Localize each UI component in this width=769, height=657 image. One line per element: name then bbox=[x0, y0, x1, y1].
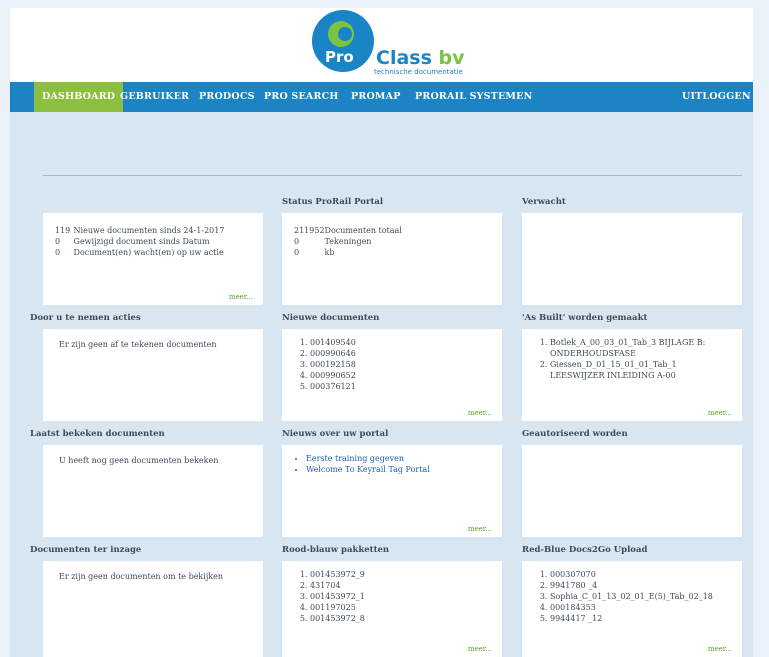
list-item[interactable]: 9944417 _12 bbox=[550, 613, 713, 624]
section-title-asbuilt: 'As Built' worden gemaakt bbox=[522, 313, 648, 323]
section-title-laatst: Laatst bekeken documenten bbox=[30, 429, 165, 439]
news-link[interactable]: Welcome To Keyrail Tag Portal bbox=[306, 465, 430, 474]
list-item[interactable]: 431704 bbox=[310, 580, 365, 591]
stats-panel: 119 Nieuwe documenten sinds 24-1-2017 0 … bbox=[43, 213, 263, 305]
nav-gebruiker[interactable]: GEBRUIKER bbox=[112, 82, 197, 112]
docs2go-list: 000307070 9941780 _4 Sophia_C_01_13_02_0… bbox=[534, 569, 713, 624]
acties-text: Er zijn geen af te tekenen documenten bbox=[59, 340, 217, 349]
header: Pro Class bv technische documentatie bbox=[10, 8, 753, 82]
logo-pro-text: Pro bbox=[325, 48, 354, 66]
page-frame: Pro Class bv technische documentatie DAS… bbox=[10, 8, 753, 657]
nieuwe-panel: 001409540 000990646 000192158 000990652 … bbox=[282, 329, 502, 421]
section-title-geautoriseerd: Geautoriseerd worden bbox=[522, 429, 628, 439]
nieuws-list: Eerste training gegeven Welcome To Keyra… bbox=[294, 453, 430, 475]
asbuilt-list: Botlek_A_00_03_01_Tab_3 BIJLAGE B: ONDER… bbox=[534, 337, 730, 381]
list-item[interactable]: Giessen_D_01_15_01_01_Tab_1 LEESWIJZER I… bbox=[550, 359, 730, 381]
divider bbox=[43, 175, 742, 176]
list-item[interactable]: Sophia_C_01_13_02_01_E(5)_Tab_02_18 bbox=[550, 591, 713, 602]
stat-row: 119 Nieuwe documenten sinds 24-1-2017 bbox=[55, 226, 225, 235]
section-title-acties: Door u te nemen acties bbox=[30, 313, 141, 323]
logo-emblem: Pro bbox=[312, 10, 374, 72]
nav-promap[interactable]: PROMAP bbox=[343, 82, 409, 112]
more-link-nieuws[interactable]: meer... bbox=[468, 525, 492, 533]
list-item[interactable]: 001453972_9 bbox=[310, 569, 365, 580]
nav-prodocs[interactable]: PRODOCS bbox=[191, 82, 263, 112]
list-item[interactable]: 001409540 bbox=[310, 337, 356, 348]
list-item[interactable]: 001197025 bbox=[310, 602, 365, 613]
more-link-asbuilt[interactable]: meer... bbox=[708, 409, 732, 417]
nav-dashboard[interactable]: DASHBOARD bbox=[34, 82, 124, 112]
verwacht-panel bbox=[522, 213, 742, 305]
stat-row: 0 Document(en) wacht(en) op uw actie bbox=[55, 248, 224, 257]
section-title-status: Status ProRail Portal bbox=[282, 197, 384, 207]
list-item[interactable]: 000192158 bbox=[310, 359, 356, 370]
more-link-roodblauw[interactable]: meer... bbox=[468, 645, 492, 653]
asbuilt-panel: Botlek_A_00_03_01_Tab_3 BIJLAGE B: ONDER… bbox=[522, 329, 742, 421]
roodblauw-panel: 001453972_9 431704 001453972_1 001197025… bbox=[282, 561, 502, 657]
nieuwe-list: 001409540 000990646 000192158 000990652 … bbox=[294, 337, 356, 392]
nav-pro-search[interactable]: PRO SEARCH bbox=[256, 82, 347, 112]
list-item[interactable]: 000376121 bbox=[310, 381, 356, 392]
section-title-roodblauw: Rood-blauw pakketten bbox=[282, 545, 390, 555]
logo-class-text: Class bv bbox=[376, 47, 465, 69]
section-title-inzage: Documenten ter inzage bbox=[30, 545, 142, 555]
list-item[interactable]: 000307070 bbox=[550, 569, 713, 580]
list-item[interactable]: 001453972_8 bbox=[310, 613, 365, 624]
list-item[interactable]: 000990652 bbox=[310, 370, 356, 381]
stat-row: 0 Gewijzigd document sinds Datum bbox=[55, 237, 210, 246]
logout-button[interactable]: UITLOGGEN bbox=[674, 82, 753, 112]
nieuws-panel: Eerste training gegeven Welcome To Keyra… bbox=[282, 445, 502, 537]
laatst-text: U heeft nog geen documenten bekeken bbox=[59, 456, 219, 465]
roodblauw-list: 001453972_9 431704 001453972_1 001197025… bbox=[294, 569, 365, 624]
status-panel: 211952 Documenten totaal 0 Tekeningen 0 … bbox=[282, 213, 502, 305]
nav-prorail-systemen[interactable]: PRORAIL SYSTEMEN bbox=[407, 82, 540, 112]
status-row: 211952 Documenten totaal bbox=[294, 226, 402, 235]
status-row: 0 kb bbox=[294, 248, 335, 257]
more-link-nieuwe[interactable]: meer... bbox=[468, 409, 492, 417]
list-item[interactable]: 9941780 _4 bbox=[550, 580, 713, 591]
list-item[interactable]: 000184353 bbox=[550, 602, 713, 613]
inzage-panel: Er zijn geen documenten om te bekijken bbox=[43, 561, 263, 657]
inzage-text: Er zijn geen documenten om te bekijken bbox=[59, 572, 224, 581]
list-item[interactable]: Botlek_A_00_03_01_Tab_3 BIJLAGE B: ONDER… bbox=[550, 337, 730, 359]
more-link-stats[interactable]: meer... bbox=[229, 293, 253, 301]
section-title-verwacht: Verwacht bbox=[522, 197, 566, 207]
acties-panel: Er zijn geen af te tekenen documenten bbox=[43, 329, 263, 421]
status-row: 0 Tekeningen bbox=[294, 237, 372, 246]
more-link-docs2go[interactable]: meer... bbox=[708, 645, 732, 653]
list-item[interactable]: 000990646 bbox=[310, 348, 356, 359]
main-nav: DASHBOARD GEBRUIKER PRODOCS PRO SEARCH P… bbox=[10, 82, 753, 112]
logo-tagline: technische documentatie bbox=[374, 68, 463, 76]
proclass-logo[interactable]: Pro Class bv technische documentatie bbox=[312, 10, 492, 78]
section-title-nieuwe: Nieuwe documenten bbox=[282, 313, 380, 323]
news-link[interactable]: Eerste training gegeven bbox=[306, 454, 404, 463]
news-item: Eerste training gegeven bbox=[306, 453, 430, 464]
docs2go-panel: 000307070 9941780 _4 Sophia_C_01_13_02_0… bbox=[522, 561, 742, 657]
section-title-docs2go: Red-Blue Docs2Go Upload bbox=[522, 545, 648, 555]
geautoriseerd-panel bbox=[522, 445, 742, 537]
section-title-nieuws: Nieuws over uw portal bbox=[282, 429, 389, 439]
news-item: Welcome To Keyrail Tag Portal bbox=[306, 464, 430, 475]
laatst-panel: U heeft nog geen documenten bekeken bbox=[43, 445, 263, 537]
list-item[interactable]: 001453972_1 bbox=[310, 591, 365, 602]
